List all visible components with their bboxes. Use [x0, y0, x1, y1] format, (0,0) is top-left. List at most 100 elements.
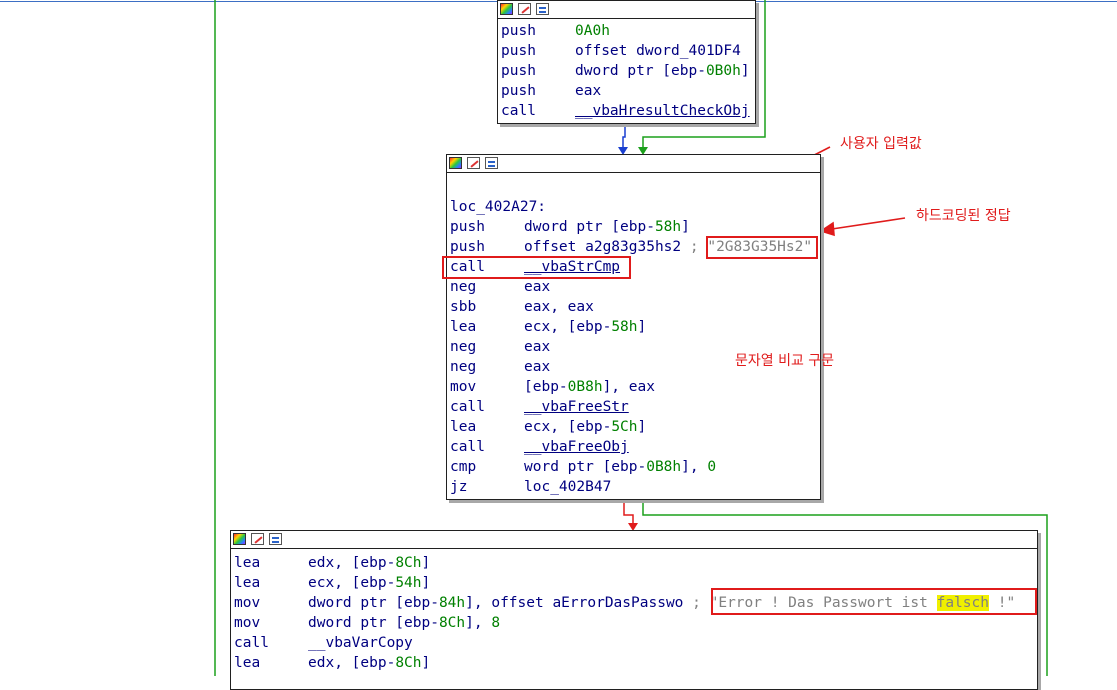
asm-function-ref[interactable]: __vbaFreeStr — [524, 399, 629, 415]
asm-mnemonic[interactable]: mov — [450, 377, 476, 397]
asm-mnemonic[interactable]: neg — [450, 337, 476, 357]
asm-immediate: 84h — [438, 595, 466, 611]
asm-function-ref[interactable]: __vbaFreeObj — [524, 439, 629, 455]
asm-operands[interactable]: eax — [524, 357, 550, 377]
asm-immediate: 8Ch — [395, 555, 422, 571]
asm-operands[interactable]: eax — [524, 277, 550, 297]
asm-mnemonic[interactable]: lea — [234, 653, 260, 673]
asm-mnemonic[interactable]: call — [501, 101, 536, 121]
asm-operands[interactable]: edx, [ebp-8Ch] — [308, 653, 430, 673]
asm-immediate: 8Ch — [438, 615, 466, 631]
asm-mnemonic[interactable]: call — [450, 397, 485, 417]
color-palette-icon[interactable] — [233, 533, 246, 545]
node-toolbar — [231, 531, 1037, 549]
asm-operand-text: ] — [637, 419, 647, 435]
node-toolbar — [447, 155, 820, 173]
asm-operands[interactable]: dword ptr [ebp-58h] — [524, 217, 690, 237]
asm-operand-text: ecx, [ebp- — [308, 575, 396, 591]
asm-operand-text: ecx, [ebp- — [524, 419, 612, 435]
asm-operand-text: ], offset aErrorDasPasswo — [465, 595, 693, 611]
arrow-hardcoded — [831, 217, 906, 230]
annotation-hardcoded-answer: 하드코딩된 정답 — [916, 208, 1011, 224]
hardcoded-string-highlight — [706, 236, 818, 259]
strcmp-call-highlight — [442, 256, 631, 279]
asm-immediate: 5Ch — [611, 419, 638, 435]
asm-operands[interactable]: dword ptr [ebp-8Ch], 8 — [308, 613, 500, 633]
graph-canvas[interactable]: push 0A0h push offset dword_401DF4 push dword… — [0, 0, 1117, 690]
asm-operand-text: ] — [681, 219, 690, 235]
asm-mnemonic[interactable]: mov — [234, 613, 260, 633]
asm-mnemonic[interactable]: push — [501, 41, 536, 61]
edge-blue-to-block2 — [622, 124, 626, 150]
arrowhead-hardcoded — [819, 221, 835, 237]
color-palette-icon[interactable] — [449, 157, 462, 169]
asm-mnemonic[interactable]: push — [501, 21, 536, 41]
asm-operands[interactable]: dword ptr [ebp-0B0h] — [575, 61, 750, 81]
asm-immediate: 58h — [654, 219, 682, 235]
asm-immediate: 54h — [395, 575, 422, 591]
asm-mnemonic[interactable]: lea — [234, 573, 260, 593]
asm-operand-text: ], — [465, 615, 492, 631]
asm-operands[interactable]: loc_402B47 — [524, 477, 611, 497]
asm-operands[interactable]: eax — [524, 337, 550, 357]
asm-mnemonic[interactable]: push — [450, 237, 485, 257]
asm-operands[interactable]: ecx, [ebp-5Ch] — [524, 417, 646, 437]
asm-operands[interactable]: 0A0h — [575, 21, 610, 41]
asm-operand-text: ] — [421, 575, 431, 591]
edit-node-icon[interactable] — [518, 3, 531, 15]
asm-mnemonic[interactable]: cmp — [450, 457, 476, 477]
asm-operand-text: ] — [637, 319, 647, 335]
asm-mnemonic[interactable]: call — [450, 437, 485, 457]
asm-mnemonic[interactable]: neg — [450, 357, 476, 377]
edit-node-icon[interactable] — [251, 533, 264, 545]
asm-mnemonic[interactable]: push — [501, 61, 536, 81]
edit-node-icon[interactable] — [467, 157, 480, 169]
asm-operands[interactable]: eax — [575, 81, 601, 101]
annotation-user-input: 사용자 입력값 — [840, 136, 922, 152]
graph-overview-icon[interactable] — [485, 157, 498, 169]
asm-operand-text: dword ptr [ebp- — [308, 615, 439, 631]
asm-operands[interactable]: word ptr [ebp-0B8h], 0 — [524, 457, 716, 477]
asm-operands[interactable]: ecx, [ebp-54h] — [308, 573, 430, 593]
asm-operand-text: __vbaVarCopy — [308, 635, 413, 651]
asm-immediate: 58h — [611, 319, 638, 335]
annotation-string-compare: 문자열 비교 구문 — [735, 353, 835, 369]
asm-operand-text: ] — [421, 555, 431, 571]
color-palette-icon[interactable] — [500, 3, 513, 15]
asm-operand-text: eax — [524, 339, 551, 355]
asm-operand-text: eax — [575, 83, 602, 99]
asm-mnemonic[interactable]: lea — [450, 317, 476, 337]
asm-operand-text: edx, [ebp- — [308, 655, 396, 671]
asm-mnemonic[interactable]: neg — [450, 277, 476, 297]
asm-mnemonic[interactable]: sbb — [450, 297, 476, 317]
asm-mnemonic[interactable]: push — [450, 217, 485, 237]
asm-operand-text: eax — [524, 359, 551, 375]
asm-operands[interactable]: __vbaHresultCheckObj — [575, 101, 750, 121]
asm-mnemonic[interactable]: jz — [450, 477, 467, 497]
asm-immediate: 0 — [707, 459, 717, 475]
code-block-2[interactable]: loc_402A27: push dword ptr [ebp-58h] push o… — [446, 154, 821, 500]
asm-operands[interactable]: __vbaVarCopy — [308, 633, 413, 653]
asm-operands[interactable]: eax, eax — [524, 297, 594, 317]
asm-operand-text: dword ptr [ebp- — [308, 595, 439, 611]
asm-operand-text: ] — [421, 655, 431, 671]
asm-operands[interactable]: offset dword_401DF4 — [575, 41, 741, 61]
asm-mnemonic[interactable]: call — [234, 633, 269, 653]
asm-operands[interactable]: __vbaFreeObj — [524, 437, 629, 457]
asm-mnemonic[interactable]: mov — [234, 593, 260, 613]
asm-operands[interactable]: edx, [ebp-8Ch] — [308, 553, 430, 573]
asm-mnemonic[interactable]: lea — [450, 417, 476, 437]
asm-function-ref[interactable]: __vbaHresultCheckObj — [575, 103, 750, 119]
asm-operands[interactable]: __vbaFreeStr — [524, 397, 629, 417]
graph-overview-icon[interactable] — [536, 3, 549, 15]
error-string-highlight — [711, 588, 1037, 615]
asm-operand-text: edx, [ebp- — [308, 555, 396, 571]
block-label[interactable]: loc_402A27: — [450, 197, 546, 217]
asm-operands[interactable]: [ebp-0B8h], eax — [524, 377, 655, 397]
asm-mnemonic[interactable]: push — [501, 81, 536, 101]
asm-operands[interactable]: ecx, [ebp-58h] — [524, 317, 646, 337]
graph-overview-icon[interactable] — [269, 533, 282, 545]
code-block-1[interactable]: push 0A0h push offset dword_401DF4 push dword… — [497, 0, 756, 124]
asm-operand-text: dword ptr [ebp- — [524, 219, 655, 235]
asm-mnemonic[interactable]: lea — [234, 553, 260, 573]
